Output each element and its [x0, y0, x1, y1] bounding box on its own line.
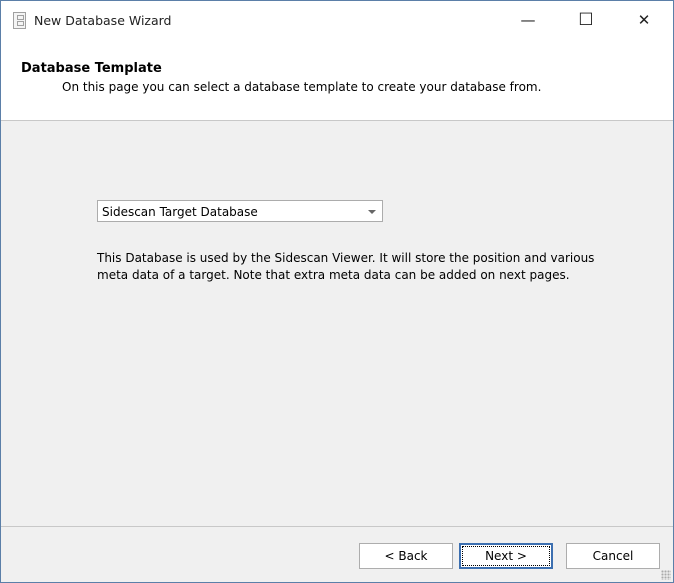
- description-line: meta data of a target. Note that extra m…: [97, 268, 570, 282]
- page-header: Database Template On this page you can s…: [1, 39, 673, 121]
- chevron-down-icon[interactable]: [368, 210, 376, 214]
- page-title: Database Template: [21, 61, 162, 76]
- close-button[interactable]: ✕: [615, 1, 673, 39]
- next-button[interactable]: Next >: [459, 543, 553, 569]
- page-subtitle: On this page you can select a database t…: [62, 80, 542, 94]
- template-dropdown-value: Sidescan Target Database: [102, 205, 258, 219]
- resize-grip-icon[interactable]: [661, 570, 671, 580]
- description-line: This Database is used by the Sidescan Vi…: [97, 251, 595, 265]
- back-button[interactable]: < Back: [359, 543, 453, 569]
- window-title: New Database Wizard: [34, 13, 172, 28]
- database-cabinet-icon: [13, 12, 26, 29]
- title-bar: New Database Wizard — ☐ ✕: [1, 1, 673, 39]
- template-description: This Database is used by the Sidescan Vi…: [97, 250, 597, 284]
- footer-divider: [1, 526, 673, 527]
- cancel-button[interactable]: Cancel: [566, 543, 660, 569]
- minimize-button[interactable]: —: [499, 1, 557, 39]
- wizard-window: New Database Wizard — ☐ ✕ Database Templ…: [0, 0, 674, 583]
- template-dropdown[interactable]: Sidescan Target Database: [97, 200, 383, 222]
- maximize-button[interactable]: ☐: [557, 1, 615, 39]
